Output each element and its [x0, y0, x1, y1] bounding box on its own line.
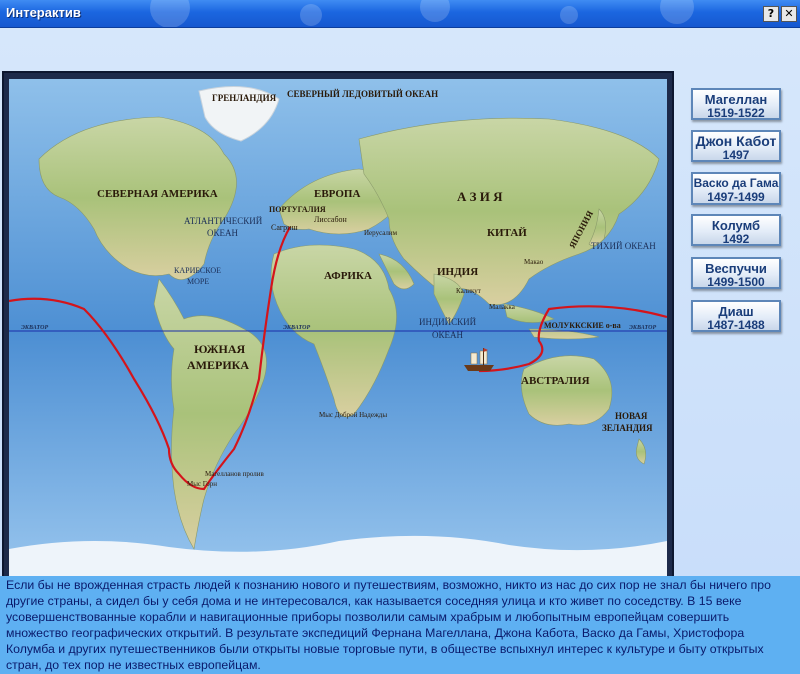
label-equator-right: ЭКВАТОР [629, 325, 657, 331]
explorer-name: Магеллан [704, 92, 768, 107]
label-indian-ocean-2: ОКЕАН [432, 330, 463, 340]
label-caribbean-sea-2: МОРЕ [187, 277, 209, 286]
label-china: КИТАЙ [487, 227, 527, 239]
close-button[interactable]: ✕ [781, 6, 797, 22]
explorer-years: 1497 [722, 148, 750, 162]
label-magellan-strait: Магелланов пролив [205, 470, 265, 478]
label-australia: АВСТРАЛИЯ [521, 375, 590, 387]
explorer-years: 1487-1488 [707, 318, 765, 332]
label-lisbon: Лиссабон [314, 215, 348, 224]
label-equator-mid: ЭКВАТОР [283, 325, 311, 331]
label-atlantic-ocean-2: ОКЕАН [207, 228, 238, 238]
world-map: ГРЕНЛАНДИЯ СЕВЕРНЫЙ ЛЕДОВИТЫЙ ОКЕАН СЕВЕ… [9, 79, 667, 588]
explorer-button-da-gama[interactable]: Васко да Гама 1497-1499 [691, 172, 781, 205]
content-area: ГРЕНЛАНДИЯ СЕВЕРНЫЙ ЛЕДОВИТЫЙ ОКЕАН СЕВЕ… [0, 28, 800, 596]
label-asia: А З И Я [457, 189, 503, 204]
description-panel: Если бы не врожденная страсть людей к по… [0, 576, 800, 674]
label-calicut: Каликут [456, 287, 481, 295]
label-india: ИНДИЯ [437, 266, 478, 278]
explorer-years: 1492 [722, 232, 750, 246]
explorer-button-vespucci[interactable]: Веспуччи 1499-1500 [691, 257, 781, 289]
label-south-america: ЮЖНАЯ [194, 342, 246, 356]
explorer-button-columbus[interactable]: Колумб 1492 [691, 214, 781, 246]
label-cape-horn: Мыс Горн [187, 480, 217, 488]
label-moluccas: МОЛУККСКИЕ о-ва [544, 321, 621, 330]
label-south-america-2: АМЕРИКА [187, 358, 249, 372]
explorer-button-dias[interactable]: Диаш 1487-1488 [691, 300, 781, 332]
explorer-name: Колумб [711, 218, 761, 233]
label-equator-left: ЭКВАТОР [21, 325, 49, 331]
explorer-years: 1499-1500 [707, 275, 765, 289]
label-sagres: Сагриш [271, 223, 298, 232]
label-portugal: ПОРТУГАЛИЯ [269, 205, 326, 214]
window-title: Интерактив [6, 5, 81, 20]
australia-land [521, 355, 613, 426]
help-button[interactable]: ? [763, 6, 779, 22]
explorer-name: Джон Кабот [695, 133, 777, 149]
label-north-america: СЕВЕРНАЯ АМЕРИКА [97, 188, 218, 200]
label-europe: ЕВРОПА [314, 188, 360, 200]
label-new-zealand-2: ЗЕЛАНДИЯ [602, 423, 653, 433]
label-pacific-ocean: ТИХИЙ ОКЕАН [591, 241, 656, 251]
label-indian-ocean: ИНДИЙСКИЙ [419, 317, 477, 327]
description-text: Если бы не врожденная страсть людей к по… [6, 578, 771, 672]
label-greenland: ГРЕНЛАНДИЯ [212, 93, 277, 103]
explorer-button-cabot[interactable]: Джон Кабот 1497 [691, 130, 781, 162]
label-caribbean-sea: КАРИБСКОЕ [174, 266, 221, 275]
window-titlebar: Интерактив ? ✕ [0, 0, 800, 28]
label-new-zealand: НОВАЯ [615, 411, 648, 421]
explorer-name: Васко да Гама [693, 176, 779, 190]
explorer-years: 1497-1499 [707, 190, 765, 204]
world-map-frame: ГРЕНЛАНДИЯ СЕВЕРНЫЙ ЛЕДОВИТЫЙ ОКЕАН СЕВЕ… [2, 71, 674, 596]
label-africa: АФРИКА [324, 270, 372, 282]
label-cape-good-hope: Мыс Доброй Надежды [319, 411, 387, 419]
label-arctic-ocean: СЕВЕРНЫЙ ЛЕДОВИТЫЙ ОКЕАН [287, 89, 438, 99]
label-malacca: Малакка [489, 303, 516, 311]
explorer-years: 1519-1522 [707, 106, 765, 120]
explorer-name: Диаш [718, 304, 754, 319]
label-atlantic-ocean: АТЛАНТИЧЕСКИЙ [184, 216, 263, 226]
explorer-button-magellan[interactable]: Магеллан 1519-1522 [691, 88, 781, 120]
explorer-name: Веспуччи [705, 261, 767, 276]
label-macao: Макао [524, 258, 544, 266]
label-jerusalem: Иерусалим [364, 229, 398, 237]
